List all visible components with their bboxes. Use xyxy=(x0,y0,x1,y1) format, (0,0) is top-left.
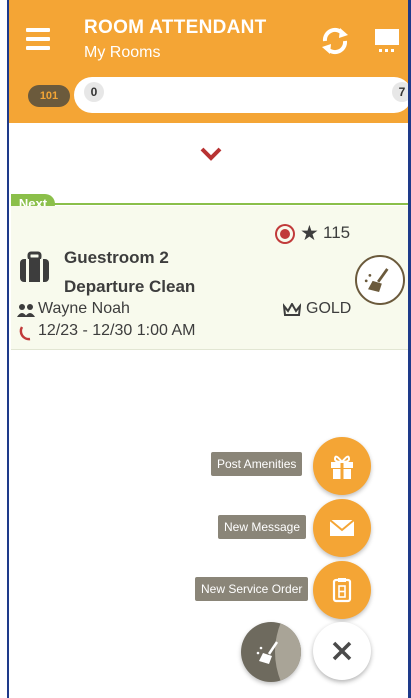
arrival-icon xyxy=(19,326,31,341)
luggage-icon xyxy=(20,251,49,282)
envelope-icon xyxy=(329,519,355,536)
screen-icon[interactable] xyxy=(374,26,400,56)
sync-icon[interactable] xyxy=(319,25,351,57)
app-title: ROOM ATTENDANT xyxy=(84,17,267,38)
page-subtitle: My Rooms xyxy=(84,44,161,61)
new-message-label[interactable]: New Message xyxy=(218,515,307,539)
quick-clean-button[interactable] xyxy=(241,622,301,682)
close-icon xyxy=(332,641,352,661)
guest-name: Wayne Noah xyxy=(38,300,130,317)
current-room-badge[interactable]: 101 xyxy=(28,85,70,107)
new-message-button[interactable] xyxy=(313,499,371,557)
crown-icon xyxy=(283,303,301,316)
room-card[interactable]: ★ 115 Guestroom 2 Departure Clean Wayne … xyxy=(11,206,408,350)
status-dot-icon xyxy=(277,226,293,242)
room-progress: 101 0 7 xyxy=(18,70,411,120)
new-service-order-label[interactable]: New Service Order xyxy=(195,577,309,601)
menu-icon[interactable] xyxy=(26,28,50,50)
guest-icon xyxy=(17,304,35,317)
post-amenities-button[interactable] xyxy=(313,437,371,495)
close-menu-button[interactable] xyxy=(313,622,371,680)
next-divider xyxy=(11,203,408,205)
left-frame-border xyxy=(0,0,9,698)
loyalty-tier: GOLD xyxy=(306,300,352,317)
room-points: 115 xyxy=(323,223,351,242)
broom-icon xyxy=(364,268,389,292)
stay-dates: 12/23 - 12/30 1:00 AM xyxy=(38,322,196,339)
broom-icon xyxy=(256,622,301,682)
room-task: Departure Clean xyxy=(64,277,196,296)
room-name: Guestroom 2 xyxy=(64,248,169,267)
start-clean-button[interactable] xyxy=(355,255,405,305)
new-service-order-button[interactable] xyxy=(313,561,371,619)
progress-min: 0 xyxy=(84,82,104,102)
post-amenities-label[interactable]: Post Amenities xyxy=(211,452,303,476)
star-icon: ★ xyxy=(300,222,319,245)
app-header: ROOM ATTENDANT My Rooms 101 0 7 xyxy=(9,0,411,123)
clipboard-icon xyxy=(332,578,352,603)
progress-track xyxy=(74,77,411,113)
chevron-down-icon[interactable] xyxy=(198,146,224,162)
gift-icon xyxy=(331,455,353,479)
